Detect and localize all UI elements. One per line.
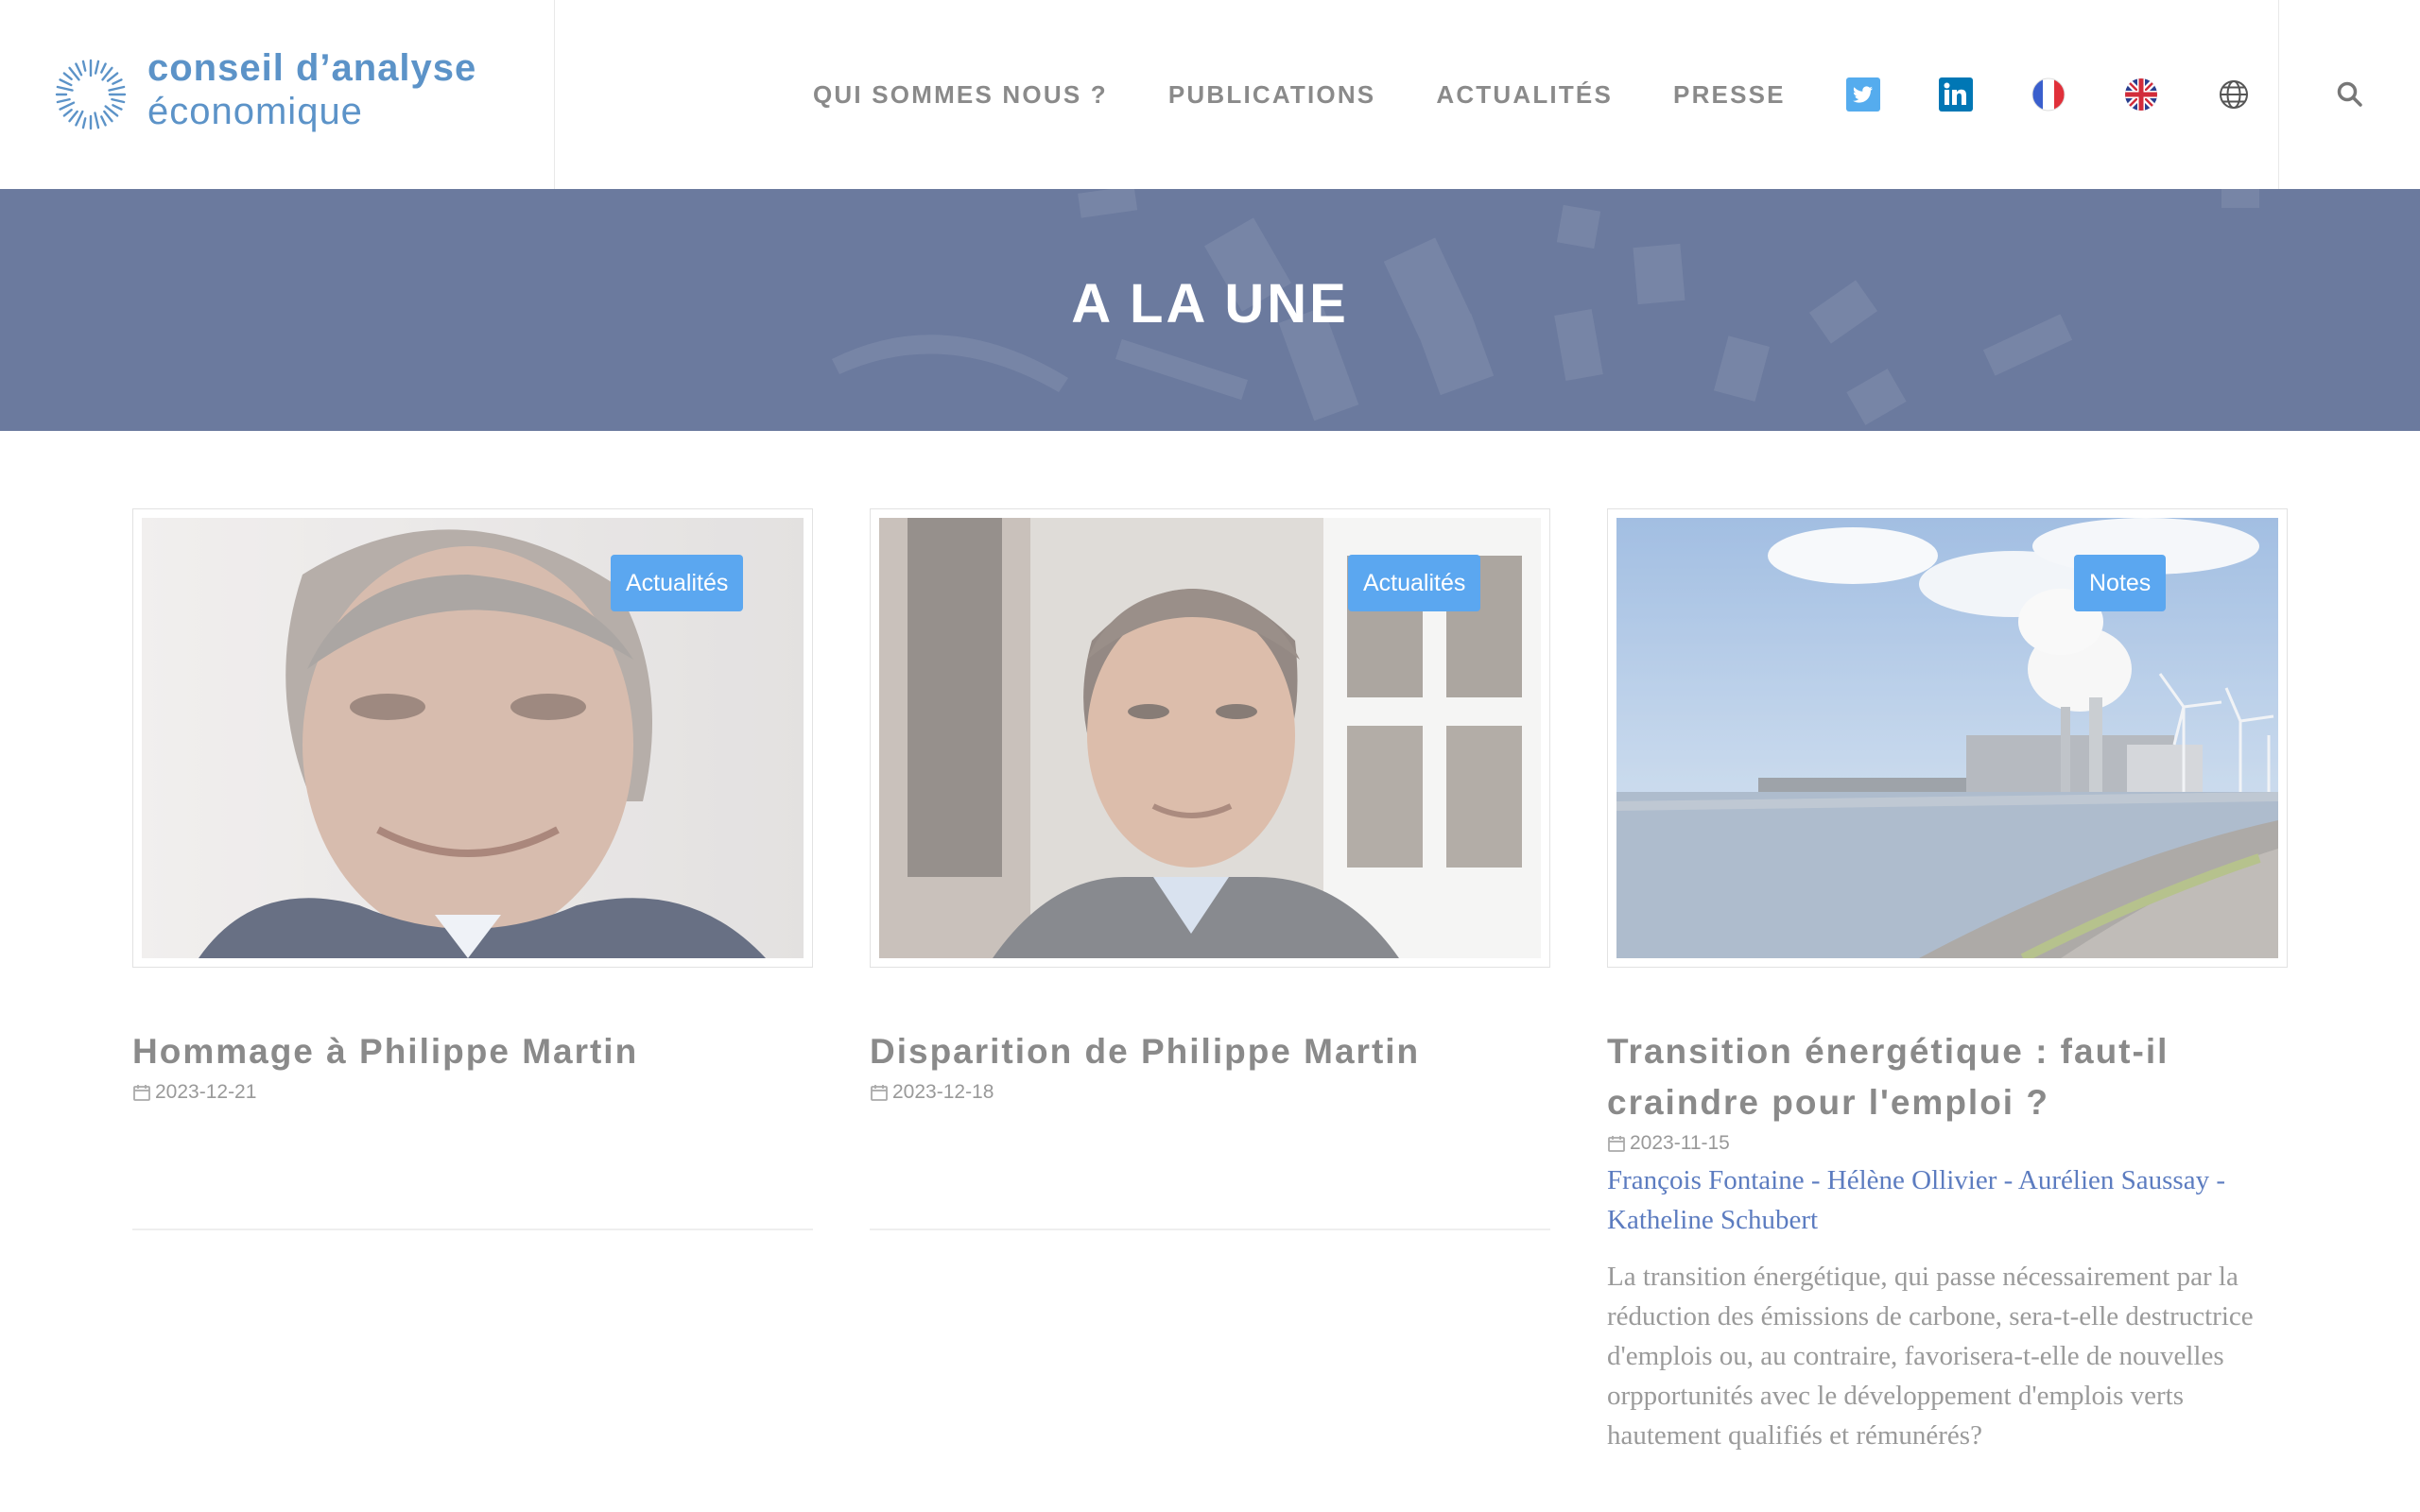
calendar-icon: [133, 1085, 150, 1101]
page-title: A LA UNE: [1071, 273, 1349, 335]
card-date-text: 2023-11-15: [1630, 1132, 1730, 1154]
search-button[interactable]: [2278, 0, 2420, 189]
card-date: 2023-12-21: [132, 1081, 813, 1104]
article-card: Notes Transition énergétique : faut-il c…: [1607, 508, 2288, 1455]
article-card: Actualités Disparition de Philippe Marti…: [870, 508, 1550, 1104]
globe-icon[interactable]: [2217, 77, 2251, 112]
card-date-text: 2023-12-18: [892, 1081, 994, 1103]
author-link[interactable]: François Fontaine: [1607, 1165, 1805, 1195]
card-image-frame[interactable]: Actualités: [870, 508, 1550, 968]
nav-actualites[interactable]: ACTUALITÉS: [1436, 80, 1613, 110]
nav-publications[interactable]: PUBLICATIONS: [1168, 80, 1375, 110]
author-link[interactable]: Aurélien Saussay: [2018, 1165, 2209, 1195]
category-badge[interactable]: Notes: [2074, 555, 2167, 611]
calendar-icon: [871, 1085, 888, 1101]
card-title[interactable]: Disparition de Philippe Martin: [870, 1026, 1550, 1077]
category-badge[interactable]: Actualités: [611, 555, 744, 611]
card-title-line: craindre pour l'emploi ?: [1607, 1083, 2049, 1122]
author-separator: -: [2209, 1165, 2225, 1195]
author-link[interactable]: Hélène Ollivier: [1827, 1165, 1997, 1195]
card-title-line: Transition énergétique : faut-il: [1607, 1032, 2169, 1071]
logo[interactable]: conseil d’analyse économique: [0, 0, 555, 189]
main-nav: QUI SOMMES NOUS ? PUBLICATIONS ACTUALITÉ…: [813, 0, 2309, 189]
nav-presse[interactable]: PRESSE: [1673, 80, 1786, 110]
twitter-icon[interactable]: [1845, 77, 1880, 112]
card-date: 2023-11-15: [1607, 1132, 2288, 1155]
site-header: conseil d’analyse économique QUI SOMMES …: [0, 0, 2420, 189]
card-date: 2023-12-18: [870, 1081, 1550, 1104]
author-link[interactable]: Katheline Schubert: [1607, 1205, 1818, 1235]
article-card: Actualités Hommage à Philippe Martin 202…: [132, 508, 813, 1104]
card-image-frame[interactable]: Actualités: [132, 508, 813, 968]
card-image-industrial-coast: [1616, 518, 2278, 958]
nav-qui-sommes-nous[interactable]: QUI SOMMES NOUS ?: [813, 80, 1108, 110]
french-flag-icon[interactable]: [2031, 77, 2066, 112]
uk-flag-icon[interactable]: [2124, 77, 2158, 112]
card-authors: François Fontaine - Hélène Ollivier - Au…: [1607, 1160, 2288, 1240]
card-divider: [870, 1228, 1550, 1230]
card-title[interactable]: Hommage à Philippe Martin: [132, 1026, 813, 1077]
logo-sunburst-icon: [55, 59, 127, 130]
card-title[interactable]: Transition énergétique : faut-il craindr…: [1607, 1026, 2288, 1128]
card-excerpt: La transition énergétique, qui passe néc…: [1607, 1262, 2254, 1451]
search-icon: [2337, 81, 2362, 107]
logo-subtitle: économique: [147, 91, 363, 132]
category-badge[interactable]: Actualités: [1348, 555, 1481, 611]
author-separator: -: [1804, 1165, 1827, 1195]
author-separator: -: [1996, 1165, 2018, 1195]
hero-banner: A LA UNE: [0, 189, 2420, 431]
linkedin-icon[interactable]: [1938, 77, 1973, 112]
calendar-icon: [1608, 1136, 1625, 1152]
logo-title: conseil d’analyse: [147, 47, 477, 89]
card-divider: [132, 1228, 813, 1230]
card-image-frame[interactable]: Notes: [1607, 508, 2288, 968]
card-date-text: 2023-12-21: [155, 1081, 257, 1103]
